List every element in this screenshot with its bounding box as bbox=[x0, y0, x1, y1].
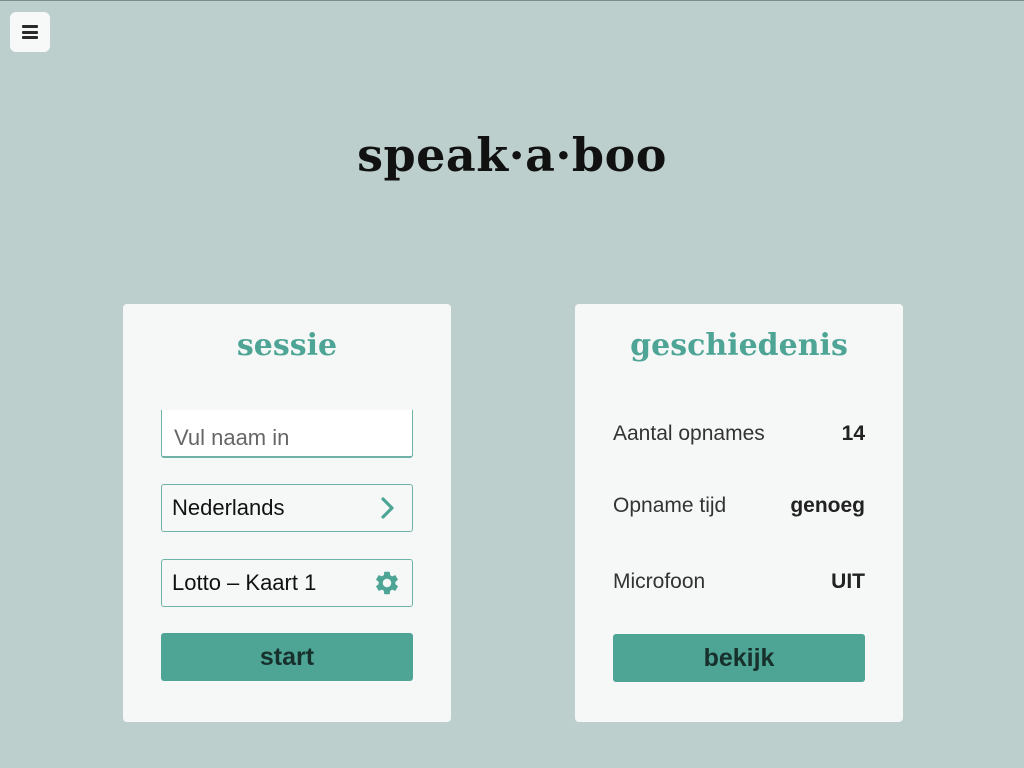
hamburger-menu-icon bbox=[22, 25, 38, 39]
game-select[interactable]: Lotto – Kaart 1 bbox=[161, 559, 413, 607]
name-input[interactable] bbox=[161, 410, 413, 458]
stat-value: UIT bbox=[831, 570, 865, 593]
app-logo: speak·a·boo bbox=[357, 128, 667, 182]
gear-icon[interactable] bbox=[372, 568, 402, 598]
stat-value: 14 bbox=[841, 422, 865, 445]
session-title: sessie bbox=[236, 328, 338, 363]
language-label: Nederlands bbox=[172, 495, 285, 520]
stat-label: Microfoon bbox=[613, 570, 706, 593]
stat-label: Opname tijd bbox=[613, 494, 727, 517]
stat-value: genoeg bbox=[790, 494, 865, 517]
stat-label: Aantal opnames bbox=[613, 422, 765, 445]
history-card: geschiedenis Aantal opnames 14 Opname ti… bbox=[575, 304, 903, 722]
stat-row-recording-time: Opname tijd genoeg bbox=[613, 490, 865, 522]
language-select[interactable]: Nederlands bbox=[161, 484, 413, 532]
game-label: Lotto – Kaart 1 bbox=[172, 570, 317, 595]
menu-button[interactable] bbox=[10, 12, 50, 52]
top-border bbox=[0, 0, 1024, 1]
history-title: geschiedenis bbox=[630, 328, 848, 363]
stat-row-recordings: Aantal opnames 14 bbox=[613, 418, 865, 450]
session-card: sessie Nederlands Lotto – Kaart 1 start bbox=[123, 304, 451, 722]
stat-row-microphone: Microfoon UIT bbox=[613, 566, 865, 598]
start-button[interactable]: start bbox=[161, 633, 413, 681]
chevron-right-icon bbox=[372, 493, 402, 523]
view-button[interactable]: bekijk bbox=[613, 634, 865, 682]
